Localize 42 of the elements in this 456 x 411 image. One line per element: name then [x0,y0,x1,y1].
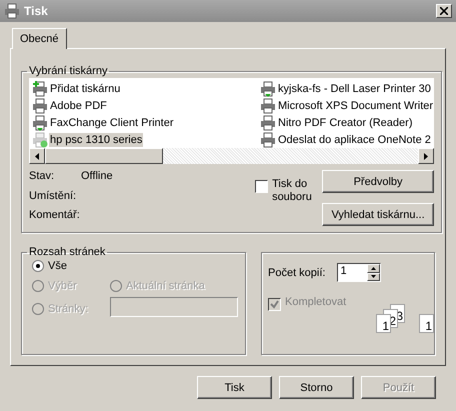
printer-item[interactable]: Microsoft XPS Document Writer [260,97,434,114]
tab[interactable]: Obecné [12,28,67,49]
window-title: Tisk [24,4,49,18]
printer-icon [260,98,276,114]
dialog-button[interactable]: Tisk [197,376,272,399]
printer-icon [32,114,48,130]
info-value: Offline [81,170,114,184]
group-title: Vybrání tiskárny [28,65,108,77]
close-button[interactable] [436,4,452,18]
close-icon [440,7,448,15]
info-label: Stav: [29,170,56,184]
add-printer-icon [32,80,48,96]
copies-label: Počet kopií: [268,266,326,278]
printer-icon [32,98,48,114]
printer-item[interactable]: kyjska-fs - Dell Laser Printer 30 [260,80,434,97]
checkmark-icon [270,300,279,309]
print-to-file-checkbox[interactable]: Tisk do souboru [255,178,322,226]
dialog-button[interactable]: Vyhledat tiskárnu... [322,203,434,226]
group-title: Rozsah stránek [28,246,106,258]
info-label: Umístění: [29,190,78,204]
dialog-button[interactable]: Storno [279,376,354,399]
scroll-right-button[interactable] [418,148,434,164]
printer-item[interactable]: Adobe PDF [32,97,260,114]
dialog-button[interactable]: Předvolby [322,170,434,193]
up-arrow-icon [371,266,376,270]
printer-item[interactable]: hp psc 1310 series [32,131,260,148]
horizontal-scrollbar[interactable] [29,148,434,164]
down-arrow-icon [371,275,376,278]
info-label: Komentář: [29,209,81,224]
radio-option[interactable]: Vše [32,260,110,272]
printer-item[interactable]: Odeslat do aplikace OneNote 2 [260,131,434,148]
printer-item[interactable]: Nitro PDF Creator (Reader) [260,114,434,131]
printer-icon [260,80,276,96]
printer-item[interactable]: FaxChange Client Printer [32,114,260,131]
left-arrow-icon [35,152,39,160]
printer-icon [260,114,276,130]
printer-icon [4,3,20,19]
spin-up-button[interactable] [367,264,380,272]
printer-item[interactable]: Přidat tiskárnu [32,80,260,97]
scroll-left-button[interactable] [29,148,45,164]
copies-spinner[interactable]: 1 [337,263,382,282]
right-arrow-icon [424,152,428,160]
